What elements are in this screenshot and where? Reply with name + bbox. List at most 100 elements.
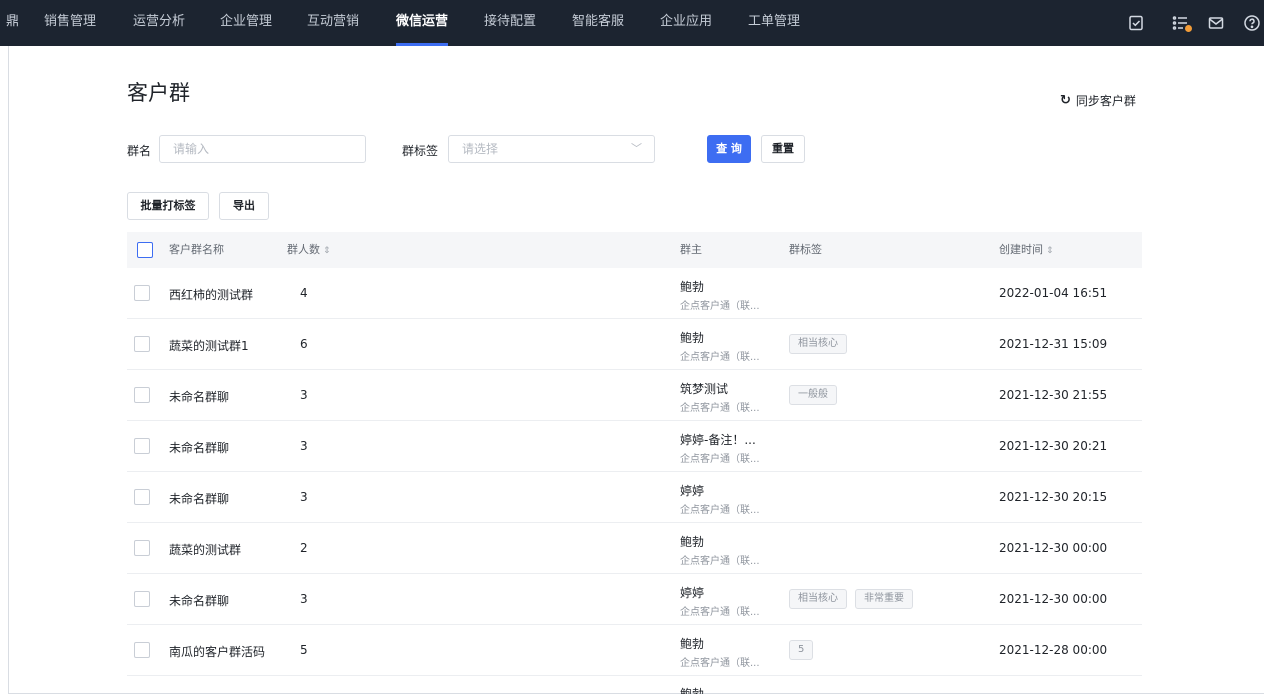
group-name[interactable]: 西红柿的测试群 [169, 286, 253, 303]
table-row[interactable]: 未命名群聊 3 筑梦测试 企点客户通（联... 一般般 2021-12-30 2… [127, 370, 1142, 421]
member-count: 3 [300, 592, 308, 606]
created-time: 2021-12-30 20:21 [999, 439, 1108, 453]
row-checkbox[interactable] [134, 285, 150, 301]
group-name[interactable]: 蔬菜的测试群1 [169, 337, 249, 354]
owner-source: 企点客户通（联... [680, 607, 760, 618]
group-name[interactable]: 未命名群聊 [169, 592, 229, 609]
column-tags: 群标签 [789, 243, 822, 256]
nav-item-smart-service[interactable]: 智能客服 [572, 0, 624, 46]
column-name: 客户群名称 [169, 243, 224, 256]
sync-groups-label: 同步客户群 [1075, 94, 1136, 108]
column-members[interactable]: 群人数 ⇕ [287, 232, 331, 269]
refresh-icon: ↻ [1060, 93, 1071, 108]
owner-name: 鲍勃 [680, 331, 705, 345]
table-row[interactable]: 蔬菜的测试群 2 鲍勃 企点客户通（联... 2021-12-30 00:00 [127, 523, 1142, 574]
reset-button[interactable]: 重置 [761, 135, 805, 163]
nav-item-analytics[interactable]: 运营分析 [133, 0, 185, 46]
member-count: 2 [300, 541, 308, 555]
owner-name: 鲍勃 [680, 280, 705, 294]
nav-edge-label: 鼎 [6, 14, 20, 29]
owner-source: 企点客户通（联... [680, 505, 760, 516]
member-count: 3 [300, 388, 308, 402]
row-checkbox[interactable] [134, 387, 150, 403]
owner-source: 企点客户通（联... [680, 301, 760, 312]
table-row[interactable]: 未命名群聊 3 婷婷 企点客户通（联... 相当核心 非常重要 2021-12-… [127, 574, 1142, 625]
table-row[interactable]: 未命名群聊 3 婷婷-备注！... 企点客户通（联... 2021-12-30 … [127, 421, 1142, 472]
owner-name: 婷婷-备注！... [680, 433, 756, 447]
column-created[interactable]: 创建时间 ⇕ [999, 232, 1054, 269]
row-checkbox[interactable] [134, 540, 150, 556]
task-check-icon[interactable] [1126, 13, 1146, 33]
group-tag: 5 [789, 640, 814, 660]
owner-source: 企点客户通（联... [680, 658, 760, 669]
table-row[interactable]: 蔬菜的测试群1 6 鲍勃 企点客户通（联... 相当核心 2021-12-31 … [127, 319, 1142, 370]
sync-groups-button[interactable]: ↻ 同步客户群 [1060, 92, 1136, 109]
sort-icon[interactable]: ⇕ [1046, 246, 1054, 256]
group-tag-placeholder: 请选择 [462, 142, 499, 156]
mail-icon[interactable] [1206, 13, 1226, 33]
table-row[interactable]: 南瓜的客户群活码 5 鲍勃 企点客户通（联... 5 2021-12-28 00… [127, 625, 1142, 676]
group-name[interactable]: 南瓜的客户群活码 [169, 643, 265, 660]
top-nav-bar: 鼎 销售管理 运营分析 企业管理 互动营销 微信运营 接待配置 智能客服 企业应… [0, 0, 1264, 46]
group-name[interactable]: 蔬菜的测试群 [169, 541, 241, 558]
nav-item-tickets[interactable]: 工单管理 [748, 0, 800, 46]
member-count: 5 [300, 643, 308, 657]
owner-source: 企点客户通（联... [680, 454, 760, 465]
group-name-input[interactable]: 请输入 [159, 135, 366, 163]
column-owner: 群主 [680, 243, 702, 256]
created-time: 2022-01-04 16:51 [999, 286, 1108, 300]
owner-name: 鲍勃 [680, 687, 705, 694]
group-name[interactable]: 未命名群聊 [169, 388, 229, 405]
group-tag: 一般般 [789, 385, 837, 405]
owner-name: 婷婷 [680, 484, 705, 498]
table-row[interactable]: 未命名群聊 3 婷婷 企点客户通（联... 2021-12-30 20:15 [127, 472, 1142, 523]
group-name[interactable]: 未命名群聊 [169, 490, 229, 507]
owner-source: 企点客户通（联... [680, 556, 760, 567]
row-checkbox[interactable] [134, 642, 150, 658]
table-header: 客户群名称 群人数 ⇕ 群主 群标签 创建时间 ⇕ [127, 232, 1142, 268]
row-checkbox[interactable] [134, 591, 150, 607]
nav-item-sales[interactable]: 销售管理 [44, 0, 96, 46]
group-name-label: 群名 [127, 144, 152, 158]
owner-name: 鲍勃 [680, 535, 705, 549]
member-count: 3 [300, 439, 308, 453]
nav-item-reception[interactable]: 接待配置 [484, 0, 536, 46]
created-time: 2021-12-30 21:55 [999, 388, 1108, 402]
member-count: 6 [300, 337, 308, 351]
created-time: 2021-12-28 00:00 [999, 643, 1108, 657]
table-row[interactable]: 西红柿的测试群 4 鲍勃 企点客户通（联... 2022-01-04 16:51 [127, 268, 1142, 319]
group-tag: 相当核心 [789, 589, 847, 609]
row-checkbox[interactable] [134, 489, 150, 505]
nav-item-wechat-ops[interactable]: 微信运营 [396, 0, 449, 46]
created-time: 2021-12-31 15:09 [999, 337, 1108, 351]
row-checkbox[interactable] [134, 438, 150, 454]
sort-icon[interactable]: ⇕ [323, 246, 331, 256]
created-time: 2021-12-30 00:00 [999, 541, 1108, 555]
table-row-partial: 鲍勃 [127, 676, 1142, 694]
query-button[interactable]: 查 询 [707, 135, 751, 163]
owner-name: 筑梦测试 [680, 382, 729, 396]
member-count: 4 [300, 286, 308, 300]
help-icon[interactable] [1242, 13, 1262, 33]
group-tag-label: 群标签 [402, 144, 439, 158]
group-tag: 相当核心 [789, 334, 847, 354]
owner-name: 婷婷 [680, 586, 705, 600]
owner-name: 鲍勃 [680, 637, 705, 651]
owner-source: 企点客户通（联... [680, 352, 760, 363]
todo-list-icon[interactable] [1170, 13, 1192, 33]
nav-item-enterprise[interactable]: 企业管理 [220, 0, 272, 46]
created-time: 2021-12-30 20:15 [999, 490, 1108, 504]
nav-item-marketing[interactable]: 互动营销 [307, 0, 359, 46]
member-count: 3 [300, 490, 308, 504]
select-all-checkbox[interactable] [137, 242, 153, 258]
column-members-label: 群人数 [287, 243, 320, 256]
nav-item-apps[interactable]: 企业应用 [660, 0, 712, 46]
export-button[interactable]: 导出 [219, 192, 269, 220]
row-checkbox[interactable] [134, 336, 150, 352]
chevron-down-icon: ﹀ [631, 142, 642, 155]
batch-tag-button[interactable]: 批量打标签 [127, 192, 209, 220]
group-tag-select[interactable]: 请选择 ﹀ [448, 135, 655, 163]
created-time: 2021-12-30 00:00 [999, 592, 1108, 606]
group-name[interactable]: 未命名群聊 [169, 439, 229, 456]
group-tag: 非常重要 [855, 589, 913, 609]
